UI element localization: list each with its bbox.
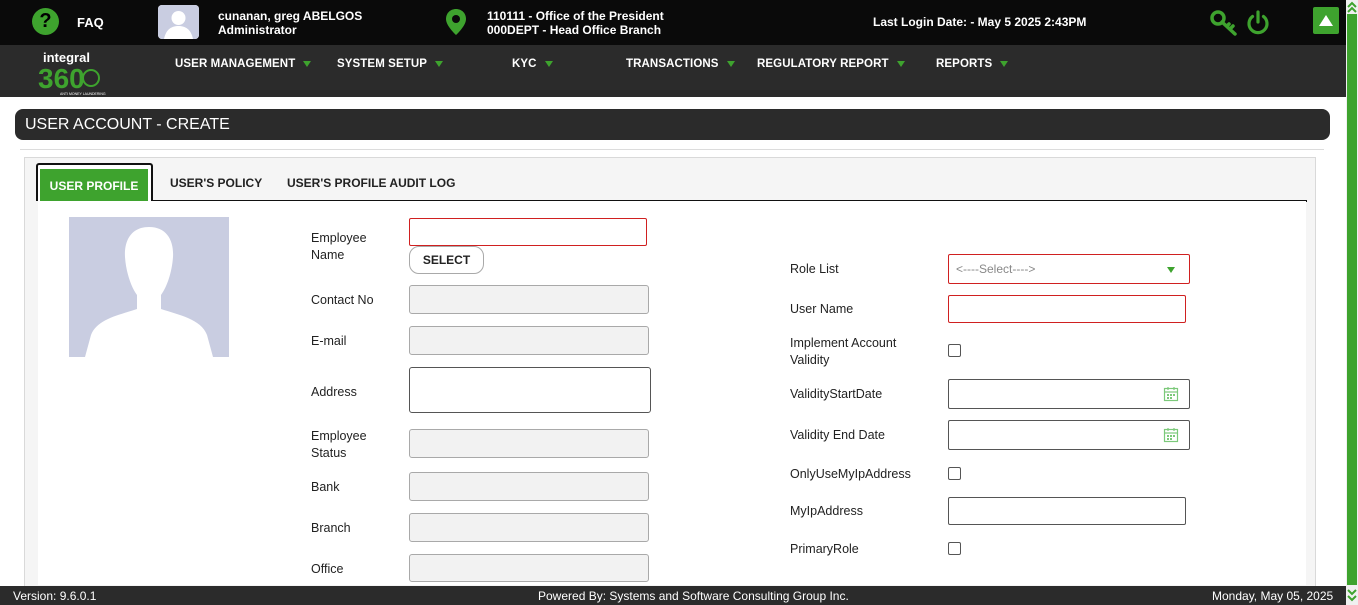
- office-input[interactable]: [409, 554, 649, 582]
- branch-label: Branch: [311, 521, 351, 535]
- faq-link[interactable]: FAQ: [77, 15, 104, 30]
- nav-kyc[interactable]: KYC: [512, 58, 553, 70]
- email-label: E-mail: [311, 334, 347, 348]
- address-textarea[interactable]: [409, 367, 651, 413]
- user-name-text: cunanan, greg ABELGOS: [218, 9, 363, 23]
- contact-no-input[interactable]: [409, 285, 649, 314]
- validity-end-input[interactable]: [948, 420, 1190, 450]
- calendar-icon[interactable]: [1163, 386, 1179, 402]
- nav-user-management[interactable]: USER MANAGEMENT: [175, 58, 312, 70]
- nav-system-setup[interactable]: SYSTEM SETUP: [337, 58, 444, 70]
- bank-input[interactable]: [409, 472, 649, 501]
- nav-label: USER MANAGEMENT: [175, 58, 296, 70]
- scroll-down-icon[interactable]: [1346, 586, 1358, 605]
- email-input[interactable]: [409, 326, 649, 355]
- chevron-down-icon: [1167, 267, 1175, 273]
- profile-photo[interactable]: [69, 217, 229, 357]
- scrollbar-thumb[interactable]: [1347, 14, 1357, 585]
- nav-label: REPORTS: [936, 58, 993, 70]
- nav-reports[interactable]: REPORTS: [936, 58, 1009, 70]
- address-label: Address: [311, 385, 357, 399]
- footer-date: Monday, May 05, 2025: [1212, 589, 1334, 603]
- power-icon[interactable]: [1245, 10, 1271, 36]
- user-name-input[interactable]: [948, 295, 1186, 323]
- chevron-down-icon: [544, 60, 553, 67]
- bank-label: Bank: [311, 480, 340, 494]
- role-list-label: Role List: [790, 262, 839, 276]
- scroll-up-icon[interactable]: [1346, 0, 1358, 14]
- my-ip-input[interactable]: [948, 497, 1186, 525]
- chevron-down-icon: [726, 60, 735, 67]
- validity-end-label: Validity End Date: [790, 428, 885, 442]
- footer: Version: 9.6.0.1 Powered By: Systems and…: [0, 586, 1346, 605]
- only-use-ip-label: OnlyUseMyIpAddress: [790, 467, 911, 481]
- office-label: Office: [311, 562, 344, 576]
- employee-name-input[interactable]: [409, 218, 647, 246]
- arrow-up-icon: [1319, 15, 1333, 26]
- main-nav: integral 360 ANTI MONEY LAUNDERING USER …: [0, 45, 1346, 97]
- chevron-down-icon: [1000, 60, 1009, 67]
- logo-number: 360: [38, 63, 85, 94]
- my-ip-label: MyIpAddress: [790, 504, 863, 518]
- chevron-down-icon: [435, 60, 444, 67]
- nav-label: TRANSACTIONS: [626, 58, 719, 70]
- office-info: 110111 - Office of the President 000DEPT…: [487, 9, 664, 37]
- nav-transactions[interactable]: TRANSACTIONS: [626, 58, 735, 70]
- divider: [20, 149, 1324, 150]
- chevron-down-icon: [896, 60, 905, 67]
- calendar-icon[interactable]: [1163, 427, 1179, 443]
- key-icon[interactable]: [1210, 10, 1238, 36]
- avatar[interactable]: [158, 5, 199, 39]
- nav-label: KYC: [512, 58, 537, 70]
- validity-start-label: ValidityStartDate: [790, 387, 883, 401]
- scroll-top-button[interactable]: [1313, 7, 1339, 34]
- version-text: Version: 9.6.0.1: [13, 589, 97, 603]
- select-employee-button[interactable]: SELECT: [409, 246, 484, 274]
- nav-label: SYSTEM SETUP: [337, 58, 428, 70]
- chevron-down-icon: [303, 60, 312, 67]
- integral360-logo: integral 360 ANTI MONEY LAUNDERING: [38, 50, 106, 96]
- primary-role-label: PrimaryRole: [790, 542, 859, 556]
- employee-name-label: Employee Name: [311, 231, 367, 262]
- tab-users-policy[interactable]: USER'S POLICY: [170, 176, 262, 190]
- tab-user-profile[interactable]: USER PROFILE: [40, 169, 148, 201]
- location-pin-icon: [446, 9, 466, 35]
- validity-start-input[interactable]: [948, 379, 1190, 409]
- role-list-select[interactable]: <----Select---->: [948, 254, 1190, 284]
- contact-no-label: Contact No: [311, 293, 374, 307]
- office-line-2: 000DEPT - Head Office Branch: [487, 23, 662, 37]
- employee-status-input[interactable]: [409, 429, 649, 458]
- office-line-1: 110111 - Office of the President: [487, 9, 664, 23]
- page-title: USER ACCOUNT - CREATE: [15, 109, 1330, 140]
- powered-by-text: Powered By: Systems and Software Consult…: [538, 589, 849, 603]
- branch-input[interactable]: [409, 513, 649, 542]
- logo-tagline: ANTI MONEY LAUNDERING: [60, 92, 106, 96]
- employee-status-label: Employee Status: [311, 429, 367, 460]
- only-use-ip-checkbox[interactable]: [948, 467, 961, 480]
- tab-profile-audit-log[interactable]: USER'S PROFILE AUDIT LOG: [287, 176, 455, 190]
- primary-role-checkbox[interactable]: [948, 542, 961, 555]
- role-list-placeholder: <----Select---->: [956, 262, 1036, 276]
- last-login-text: Last Login Date: - May 5 2025 2:43PM: [873, 15, 1087, 29]
- user-name-label: User Name: [790, 302, 854, 316]
- user-role-text: Administrator: [218, 23, 297, 37]
- person-silhouette-icon: [69, 217, 229, 357]
- implement-validity-label: Implement Account Validity: [790, 336, 897, 367]
- top-bar: ? FAQ cunanan, greg ABELGOS Administrato…: [0, 0, 1346, 45]
- help-icon[interactable]: ?: [32, 8, 59, 35]
- user-info: cunanan, greg ABELGOS Administrator: [218, 9, 362, 37]
- implement-validity-checkbox[interactable]: [948, 344, 961, 357]
- nav-label: REGULATORY REPORT: [757, 58, 889, 70]
- nav-regulatory-report[interactable]: REGULATORY REPORT: [757, 58, 905, 70]
